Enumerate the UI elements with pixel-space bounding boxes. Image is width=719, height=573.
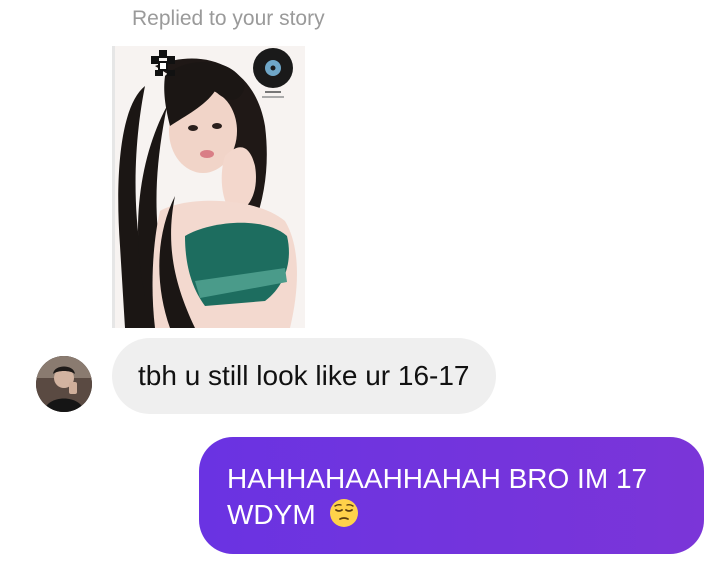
incoming-message-bubble[interactable]: tbh u still look like ur 16-17	[112, 338, 496, 414]
outgoing-message-line-2: WDYM	[227, 499, 316, 530]
pensive-face-emoji-icon	[329, 498, 359, 537]
replied-to-story-label: Replied to your story	[132, 7, 325, 30]
story-preview-image[interactable]	[112, 46, 305, 328]
outgoing-message-bubble[interactable]: HAHHAHAAHHAHAH BRO IM 17 WDYM	[199, 437, 704, 554]
incoming-message-text: tbh u still look like ur 16-17	[138, 360, 470, 391]
sender-avatar[interactable]	[36, 356, 92, 412]
outgoing-message-line-2-row: WDYM	[227, 497, 676, 537]
outgoing-message-line-1: HAHHAHAAHHAHAH BRO IM 17	[227, 463, 648, 494]
